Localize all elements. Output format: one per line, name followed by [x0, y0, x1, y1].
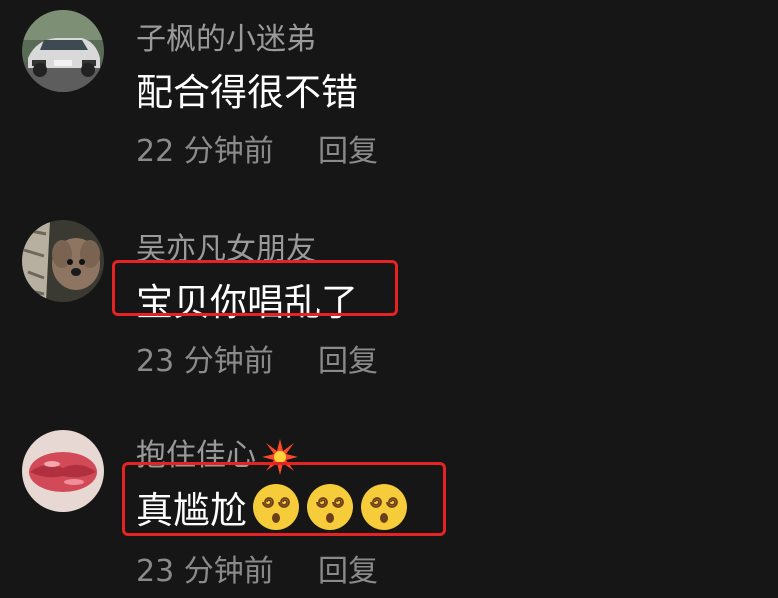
comment-meta: 23 分钟前 回复: [136, 546, 378, 590]
reply-button[interactable]: 回复: [318, 546, 378, 590]
lips-avatar-icon[interactable]: [22, 430, 104, 512]
comment-list: 子枫的小迷弟 配合得很不错 22 分钟前 回复 吴亦凡女朋友 宝贝你唱乱了 23…: [0, 0, 778, 598]
highlight-box: [112, 260, 398, 316]
highlight-box: [122, 462, 446, 536]
reply-button[interactable]: 回复: [318, 336, 378, 380]
car-avatar-icon[interactable]: [22, 10, 104, 92]
comment-username[interactable]: 子枫的小迷弟: [136, 14, 316, 58]
comment-time: 23 分钟前: [136, 344, 274, 379]
comment-meta: 22 分钟前 回复: [136, 126, 378, 170]
reply-button[interactable]: 回复: [318, 126, 378, 170]
comment-text: 配合得很不错: [136, 71, 358, 114]
comment-meta: 23 分钟前 回复: [136, 336, 378, 380]
comment-time: 22 分钟前: [136, 134, 274, 169]
comment-time: 23 分钟前: [136, 554, 274, 589]
dog-avatar-icon[interactable]: [22, 220, 104, 302]
